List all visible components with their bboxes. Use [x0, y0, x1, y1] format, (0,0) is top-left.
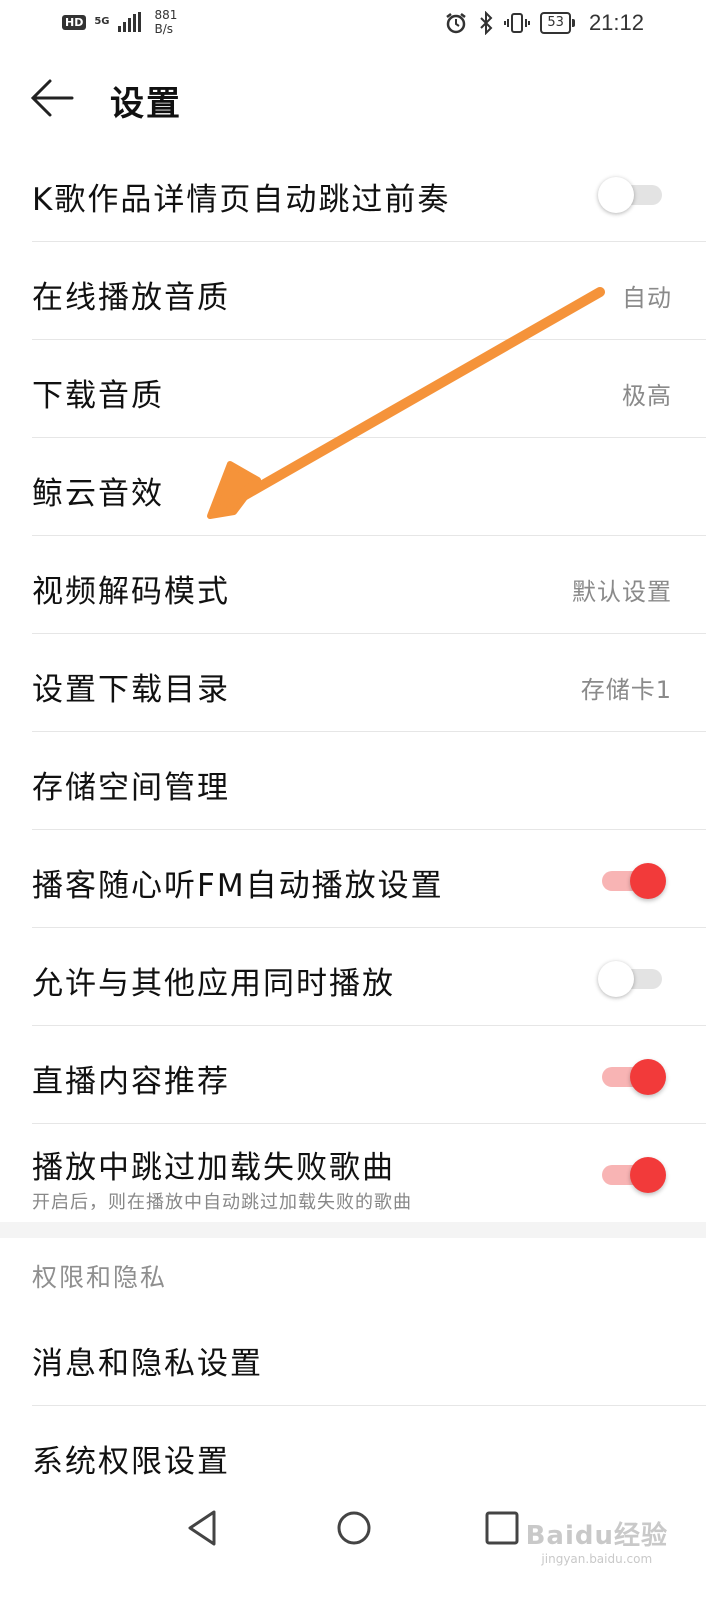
setting-sound-effects[interactable]: 鲸云音效 — [32, 438, 706, 536]
setting-mix-playback[interactable]: 允许与其他应用同时播放 — [32, 928, 706, 1026]
setting-message-privacy[interactable]: 消息和隐私设置 — [32, 1308, 706, 1406]
setting-download-dir[interactable]: 设置下载目录 存储卡1 — [32, 634, 706, 732]
setting-label: 鲸云音效 — [32, 476, 164, 512]
setting-video-decode[interactable]: 视频解码模式 默认设置 — [32, 536, 706, 634]
setting-value: 默认设置 — [572, 578, 672, 606]
setting-label: 播放中跳过加载失败歌曲 — [32, 1150, 395, 1186]
setting-label: 消息和隐私设置 — [32, 1346, 263, 1382]
vibrate-icon — [504, 13, 531, 33]
setting-live-recommend[interactable]: 直播内容推荐 — [32, 1026, 706, 1124]
setting-label: 设置下载目录 — [32, 672, 230, 708]
back-arrow-icon — [30, 79, 74, 117]
nav-back-icon[interactable] — [184, 1508, 224, 1548]
setting-label: 直播内容推荐 — [32, 1064, 230, 1100]
alarm-icon — [446, 13, 467, 34]
signal-strength-icon — [117, 12, 141, 32]
settings-list: K歌作品详情页自动跳过前奏 在线播放音质 自动 下载音质 极高 鲸云音效 视频解… — [0, 144, 720, 1504]
battery-level: 53 — [540, 12, 571, 34]
watermark-url: jingyan.baidu.com — [541, 1552, 653, 1566]
setting-label: 存储空间管理 — [32, 770, 230, 806]
nav-home-icon[interactable] — [334, 1508, 374, 1548]
setting-label: 允许与其他应用同时播放 — [32, 966, 395, 1002]
setting-description: 开启后，则在播放中自动跳过加载失败的歌曲 — [32, 1192, 412, 1213]
section-header-privacy: 权限和隐私 — [32, 1238, 720, 1308]
app-header: 设置 — [0, 56, 720, 144]
setting-label: K歌作品详情页自动跳过前奏 — [32, 182, 451, 218]
status-left: HD 5G 881 B/s — [62, 8, 177, 36]
setting-storage-management[interactable]: 存储空间管理 — [32, 732, 706, 830]
setting-label: 在线播放音质 — [32, 280, 230, 316]
setting-label: 下载音质 — [32, 378, 164, 414]
setting-label: 播客随心听FM自动播放设置 — [32, 868, 444, 904]
setting-skip-failed[interactable]: 播放中跳过加载失败歌曲 开启后，则在播放中自动跳过加载失败的歌曲 — [32, 1124, 706, 1222]
net-speed: 881 B/s — [155, 8, 178, 36]
status-right: 53 21:12 — [444, 10, 644, 36]
watermark-logo: Baidu经验 — [525, 1521, 668, 1551]
clock: 21:12 — [588, 10, 644, 35]
setting-value: 自动 — [622, 284, 672, 312]
section-title: 权限和隐私 — [32, 1263, 168, 1292]
section-divider — [0, 1222, 706, 1238]
setting-podcast-autoplay[interactable]: 播客随心听FM自动播放设置 — [32, 830, 706, 928]
bluetooth-icon — [480, 11, 493, 35]
setting-label: 视频解码模式 — [32, 574, 230, 610]
setting-label: 系统权限设置 — [32, 1444, 230, 1480]
battery-icon: 53 — [540, 12, 575, 34]
setting-skip-intro[interactable]: K歌作品详情页自动跳过前奏 — [32, 144, 706, 242]
nav-recents-icon[interactable] — [482, 1508, 522, 1548]
skip-intro-toggle[interactable] — [598, 177, 662, 213]
mix-playback-toggle[interactable] — [598, 961, 662, 997]
network-type: 5G — [94, 16, 110, 27]
page-title: 设置 — [110, 84, 182, 124]
podcast-autoplay-toggle[interactable] — [602, 863, 666, 899]
hd-badge: HD — [62, 14, 87, 30]
skip-failed-toggle[interactable] — [602, 1157, 666, 1193]
setting-value: 极高 — [622, 382, 672, 410]
net-speed-unit: B/s — [154, 22, 174, 36]
net-speed-value: 881 — [154, 8, 178, 22]
live-recommend-toggle[interactable] — [602, 1059, 666, 1095]
setting-download-quality[interactable]: 下载音质 极高 — [32, 340, 706, 438]
watermark: Baidu经验 jingyan.baidu.com — [526, 1515, 668, 1566]
back-button[interactable] — [28, 76, 80, 120]
status-bar: HD 5G 881 B/s 53 21:12 — [0, 0, 720, 50]
setting-online-quality[interactable]: 在线播放音质 自动 — [32, 242, 706, 340]
setting-value: 存储卡1 — [580, 676, 672, 704]
